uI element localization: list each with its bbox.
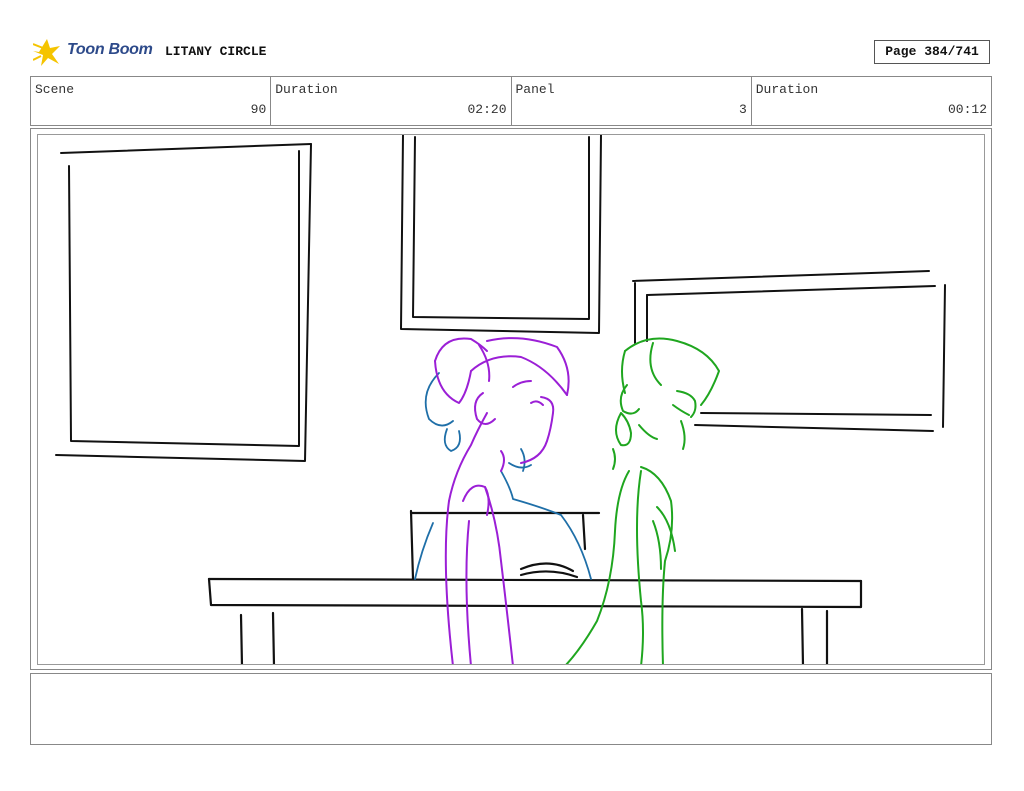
project-title: LITANY CIRCLE [165, 44, 267, 59]
scene-value: 90 [250, 102, 267, 117]
logo-text: Toon Boom [67, 41, 153, 58]
wall-frame-center [400, 135, 602, 334]
wall-frame-right [632, 270, 946, 432]
panel-value: 3 [738, 102, 747, 117]
wall-frame-left [55, 143, 312, 462]
storyboard-drawing [37, 134, 985, 665]
scene-label: Scene [35, 82, 75, 97]
panel-label: Panel [515, 82, 555, 97]
character-green [565, 337, 720, 664]
panel-info-row: Scene 90 Duration 02:20 Panel 3 Duration… [30, 76, 992, 126]
notes-box [30, 673, 992, 745]
scene-duration-cell: Duration 02:20 [271, 77, 512, 125]
table [207, 509, 863, 664]
scene-duration-value: 02:20 [467, 102, 507, 117]
character-purple [434, 337, 570, 664]
panel-duration-label: Duration [755, 82, 819, 97]
scene-cell: Scene 90 [31, 77, 272, 125]
page-indicator: Page 384/741 [874, 40, 990, 64]
panel-duration-value: 00:12 [947, 102, 987, 117]
panel-cell: Panel 3 [512, 77, 752, 125]
panel-duration-cell: Duration 00:12 [752, 77, 991, 125]
character-blue [414, 372, 592, 580]
scene-duration-label: Duration [275, 82, 338, 97]
sketch-illustration [55, 135, 946, 664]
